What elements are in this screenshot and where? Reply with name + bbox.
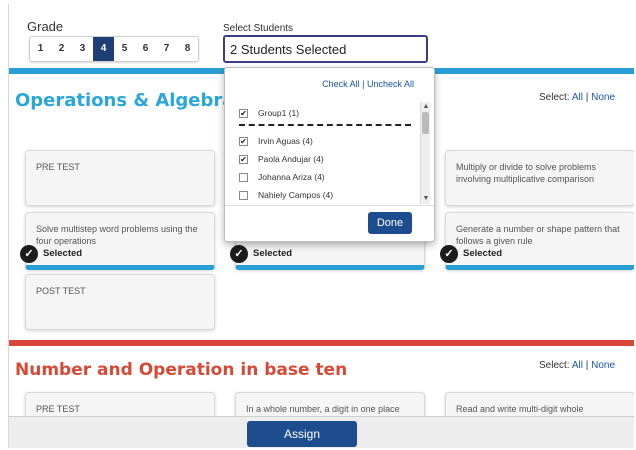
grade-option-1[interactable]: 1 <box>30 37 51 61</box>
checkmark-circle-icon: ✓ <box>230 245 248 263</box>
done-button[interactable]: Done <box>368 212 412 234</box>
select-all-link[interactable]: All <box>572 360 583 371</box>
grade-label: Grade <box>27 19 64 34</box>
select-label: Select: <box>539 92 570 103</box>
checkbox-icon[interactable]: ✔ <box>239 108 248 118</box>
checkmark-circle-icon: ✓ <box>440 245 458 263</box>
select-none-link[interactable]: None <box>591 360 615 371</box>
card-post-test[interactable]: POST TEST <box>25 274 215 330</box>
grade-option-3[interactable]: 3 <box>72 37 93 61</box>
grade-option-8[interactable]: 8 <box>177 37 198 61</box>
uncheck-all-link[interactable]: Uncheck All <box>367 79 414 89</box>
student-row[interactable]: ✔ Irvin Aguas (4) <box>239 132 419 150</box>
checkbox-icon[interactable]: ✔ <box>239 136 248 146</box>
group-label: Group1 (1) <box>258 108 300 118</box>
card-text: Generate a number or shape pattern that … <box>456 224 620 246</box>
chevron-down-icon[interactable]: ▼ <box>421 194 431 204</box>
card-generate-pattern[interactable]: Generate a number or shape pattern that … <box>440 212 634 270</box>
selected-label: Selected <box>253 248 293 259</box>
selected-label: Selected <box>463 248 503 259</box>
checkbox-icon[interactable] <box>239 172 248 182</box>
select-label: Select: <box>539 360 570 371</box>
link-separator: | <box>362 79 365 89</box>
grade-option-4[interactable]: 4 <box>93 37 114 61</box>
selected-tag: ✓ Selected <box>20 245 82 263</box>
grade-option-7[interactable]: 7 <box>156 37 177 61</box>
select-students-label: Select Students <box>223 23 294 34</box>
check-all-link[interactable]: Check All <box>322 79 360 89</box>
student-name: Johanna Ariza (4) <box>258 172 325 182</box>
card-text: POST TEST <box>36 286 86 296</box>
student-list: ✔ Group1 (1) ✔ Irvin Aguas (4) ✔ Paola A… <box>239 104 419 204</box>
card-text: PRE TEST <box>36 404 80 414</box>
student-row[interactable]: Johanna Ariza (4) <box>239 168 419 186</box>
dropdown-check-links: Check All | Uncheck All <box>322 79 414 89</box>
dropdown-divider <box>225 205 434 206</box>
selected-tag: ✓ Selected <box>230 245 292 263</box>
scrollbar-thumb[interactable] <box>422 112 429 134</box>
section-title-number-operation: Number and Operation in base ten <box>15 360 348 380</box>
grade-option-2[interactable]: 2 <box>51 37 72 61</box>
card-multiply-divide[interactable]: Multiply or divide to solve problems inv… <box>445 150 634 206</box>
student-row[interactable]: Nahiely Campos (4) <box>239 186 419 204</box>
section-divider-red <box>9 340 634 346</box>
card-text: Multiply or divide to solve problems inv… <box>456 162 597 184</box>
footer-bar: Assign <box>9 416 634 448</box>
students-dropdown: Check All | Uncheck All ✔ Group1 (1) ✔ I… <box>224 67 435 242</box>
card-solve-multistep[interactable]: Solve multistep word problems using the … <box>20 212 215 270</box>
group-separator <box>239 124 411 126</box>
app-frame: Grade 1 2 3 4 5 6 7 8 Select Students 2 … <box>8 4 634 448</box>
checkbox-icon[interactable]: ✔ <box>239 154 248 164</box>
dropdown-scrollbar[interactable]: ▲ ▼ <box>420 102 430 204</box>
select-students-input[interactable]: 2 Students Selected <box>223 35 428 63</box>
student-name: Irvin Aguas (4) <box>258 136 313 146</box>
assign-button[interactable]: Assign <box>247 421 357 447</box>
card-text: In a whole number, a digit in one place <box>246 404 400 414</box>
card-pre-test[interactable]: PRE TEST <box>25 150 215 206</box>
grade-option-5[interactable]: 5 <box>114 37 135 61</box>
grade-option-6[interactable]: 6 <box>135 37 156 61</box>
grade-selector: 1 2 3 4 5 6 7 8 <box>29 36 199 62</box>
selected-tag: ✓ Selected <box>440 245 502 263</box>
student-name: Nahiely Campos (4) <box>258 190 334 200</box>
checkmark-circle-icon: ✓ <box>20 245 38 263</box>
select-none-link[interactable]: None <box>591 92 615 103</box>
student-name: Paola Andujar (4) <box>258 154 324 164</box>
section2-select-controls: Select: All | None <box>539 360 615 371</box>
student-row[interactable]: ✔ Paola Andujar (4) <box>239 150 419 168</box>
card-text: Solve multistep word problems using the … <box>36 224 198 246</box>
card-text: Read and write multi-digit whole <box>456 404 584 414</box>
section1-select-controls: Select: All | None <box>539 92 615 103</box>
select-all-link[interactable]: All <box>572 92 583 103</box>
checkbox-icon[interactable] <box>239 190 248 200</box>
card-text: PRE TEST <box>36 162 80 172</box>
selected-label: Selected <box>43 248 83 259</box>
chevron-up-icon[interactable]: ▲ <box>421 102 431 112</box>
group-row[interactable]: ✔ Group1 (1) <box>239 104 419 122</box>
